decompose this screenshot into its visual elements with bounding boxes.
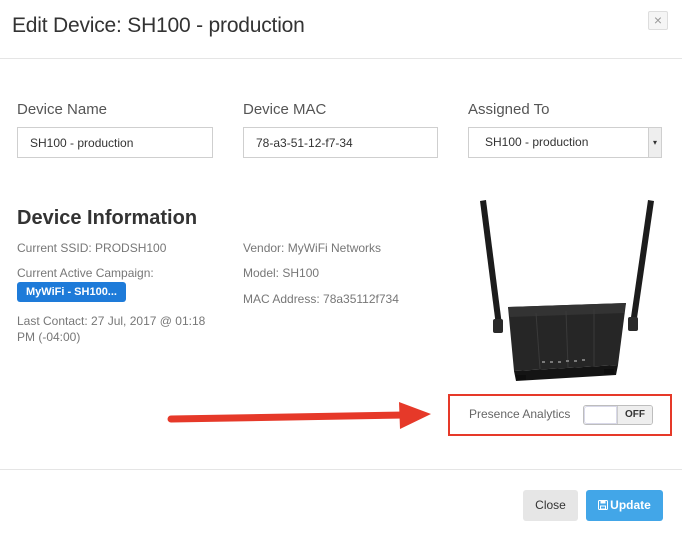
router-image <box>480 200 654 381</box>
model: Model: SH100 <box>243 266 320 280</box>
campaign-badge[interactable]: MyWiFi - SH100... <box>17 282 126 302</box>
close-button[interactable]: Close <box>523 490 578 521</box>
presence-analytics-label: Presence Analytics <box>469 407 571 421</box>
device-mac-input[interactable] <box>243 127 438 158</box>
last-contact-line1: Last Contact: 27 Jul, 2017 @ 01:18 <box>17 314 206 328</box>
save-icon <box>598 500 609 510</box>
chevron-down-icon[interactable]: ▾ <box>648 128 661 157</box>
campaign-label: Current Active Campaign: <box>17 266 154 280</box>
mac-address: MAC Address: 78a35112f734 <box>243 292 399 306</box>
toggle-state: OFF <box>618 406 652 424</box>
vendor: Vendor: MyWiFi Networks <box>243 241 382 255</box>
presence-analytics-toggle[interactable]: OFF <box>583 405 653 425</box>
device-name-input[interactable] <box>17 127 213 158</box>
device-name-label: Device Name <box>17 101 108 118</box>
device-information-title: Device Information <box>17 207 198 229</box>
footer-divider <box>0 469 682 470</box>
current-ssid: Current SSID: PRODSH100 <box>17 241 167 255</box>
header-divider <box>0 58 682 59</box>
last-contact-line2: PM (-04:00) <box>17 330 81 344</box>
modal-title: Edit Device: SH100 - production <box>12 14 305 37</box>
toggle-knob[interactable] <box>584 406 618 424</box>
update-button[interactable]: Update <box>586 490 663 521</box>
update-label: Update <box>610 498 651 512</box>
device-mac-label: Device MAC <box>243 101 327 118</box>
assigned-to-select[interactable]: SH100 - production ▾ <box>468 127 662 158</box>
pointer-arrow-icon <box>167 402 431 429</box>
assigned-to-label: Assigned To <box>468 101 550 118</box>
assigned-to-value: SH100 - production <box>485 135 589 149</box>
close-icon[interactable]: × <box>648 11 668 30</box>
